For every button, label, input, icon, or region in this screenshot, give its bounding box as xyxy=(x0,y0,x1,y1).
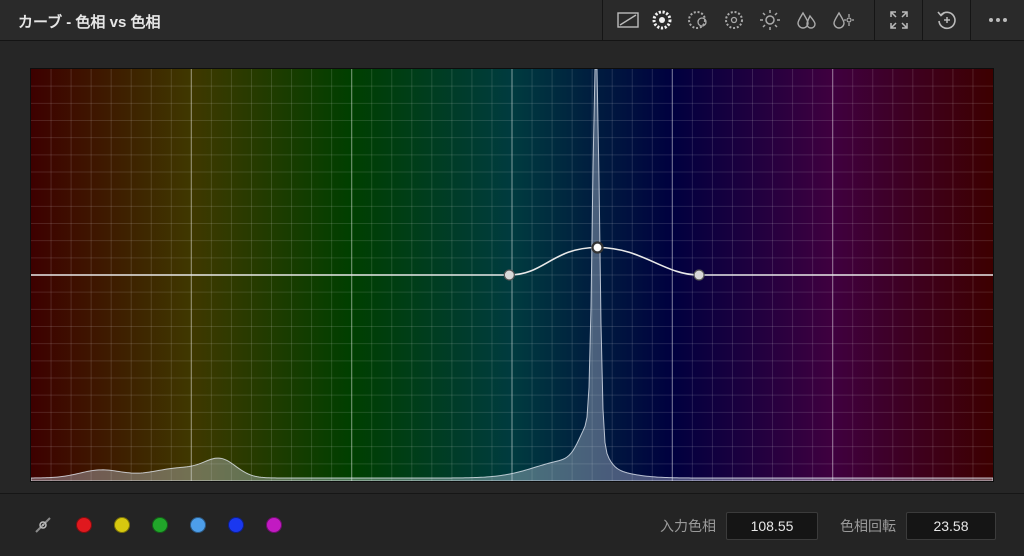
curve-control-point[interactable] xyxy=(503,269,515,281)
reset-group xyxy=(922,0,971,40)
hue-vs-hue-icon[interactable] xyxy=(650,8,674,32)
sat-vs-sat-icon[interactable] xyxy=(794,8,818,32)
custom-curve-icon[interactable] xyxy=(616,8,640,32)
swatch-yellow[interactable] xyxy=(114,517,130,533)
hue-vs-hue-graph[interactable] xyxy=(30,68,994,482)
more-options-icon[interactable] xyxy=(986,8,1010,32)
input-hue-field[interactable]: 108.55 xyxy=(726,512,818,540)
curve-control-point[interactable] xyxy=(591,241,604,254)
swatch-cyan[interactable] xyxy=(190,517,206,533)
hue-vs-sat-icon[interactable] xyxy=(686,8,710,32)
hue-rotate-field[interactable]: 23.58 xyxy=(906,512,996,540)
expand-group xyxy=(874,0,923,40)
panel-title: カーブ - 色相 vs 色相 xyxy=(18,14,161,31)
swatch-green[interactable] xyxy=(152,517,168,533)
eyedropper-icon[interactable] xyxy=(33,515,53,535)
hue-rotate-label: 色相回転 xyxy=(840,518,896,534)
curve-control-point[interactable] xyxy=(693,269,705,281)
swatch-magenta[interactable] xyxy=(266,517,282,533)
reset-icon[interactable] xyxy=(935,8,959,32)
curve-mode-toolbar xyxy=(602,0,875,40)
swatch-blue[interactable] xyxy=(228,517,244,533)
hue-vs-lum-icon[interactable] xyxy=(722,8,746,32)
more-group xyxy=(970,0,1024,40)
expand-icon[interactable] xyxy=(887,8,911,32)
lum-vs-sat-icon[interactable] xyxy=(758,8,782,32)
input-hue-label: 入力色相 xyxy=(660,518,716,534)
swatch-red[interactable] xyxy=(76,517,92,533)
bottom-controls: 入力色相 108.55 色相回転 23.58 xyxy=(0,493,1024,556)
sat-vs-lum-icon[interactable] xyxy=(830,8,854,32)
panel-header: カーブ - 色相 vs 色相 xyxy=(0,0,1024,41)
